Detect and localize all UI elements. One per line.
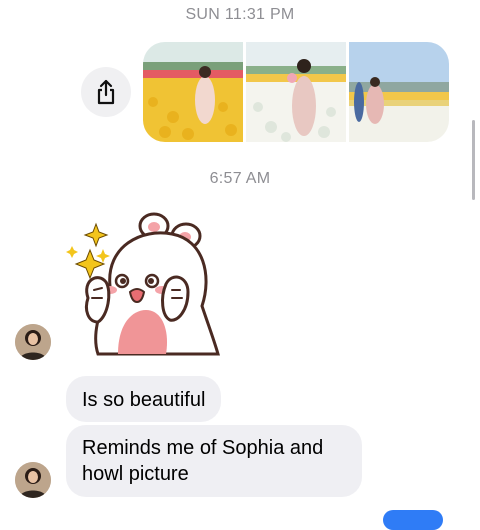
outgoing-message-bubble[interactable] — [383, 510, 443, 530]
scrollbar[interactable] — [472, 120, 475, 200]
contact-avatar[interactable] — [15, 462, 51, 498]
tulip-photo-yellow[interactable] — [143, 42, 243, 142]
timestamp-morning: 6:57 AM — [209, 170, 271, 187]
message-text: Is so beautiful — [82, 389, 206, 411]
message-bubble[interactable]: Is so beautiful — [66, 376, 222, 422]
message-bubble[interactable]: Reminds me of Sophia and howl picture — [66, 425, 362, 497]
message-text: Reminds me of Sophia and howl picture — [82, 437, 324, 485]
photo-gallery[interactable] — [143, 42, 449, 142]
tulip-photo-couple[interactable] — [349, 42, 449, 142]
timestamp-sunday: SUN 11:31 PM — [185, 6, 295, 23]
contact-avatar[interactable] — [15, 324, 51, 360]
tulip-photo-white[interactable] — [246, 42, 346, 142]
bear-sticker-icon[interactable] — [62, 206, 232, 360]
share-icon — [97, 79, 115, 105]
share-button[interactable] — [81, 67, 131, 117]
